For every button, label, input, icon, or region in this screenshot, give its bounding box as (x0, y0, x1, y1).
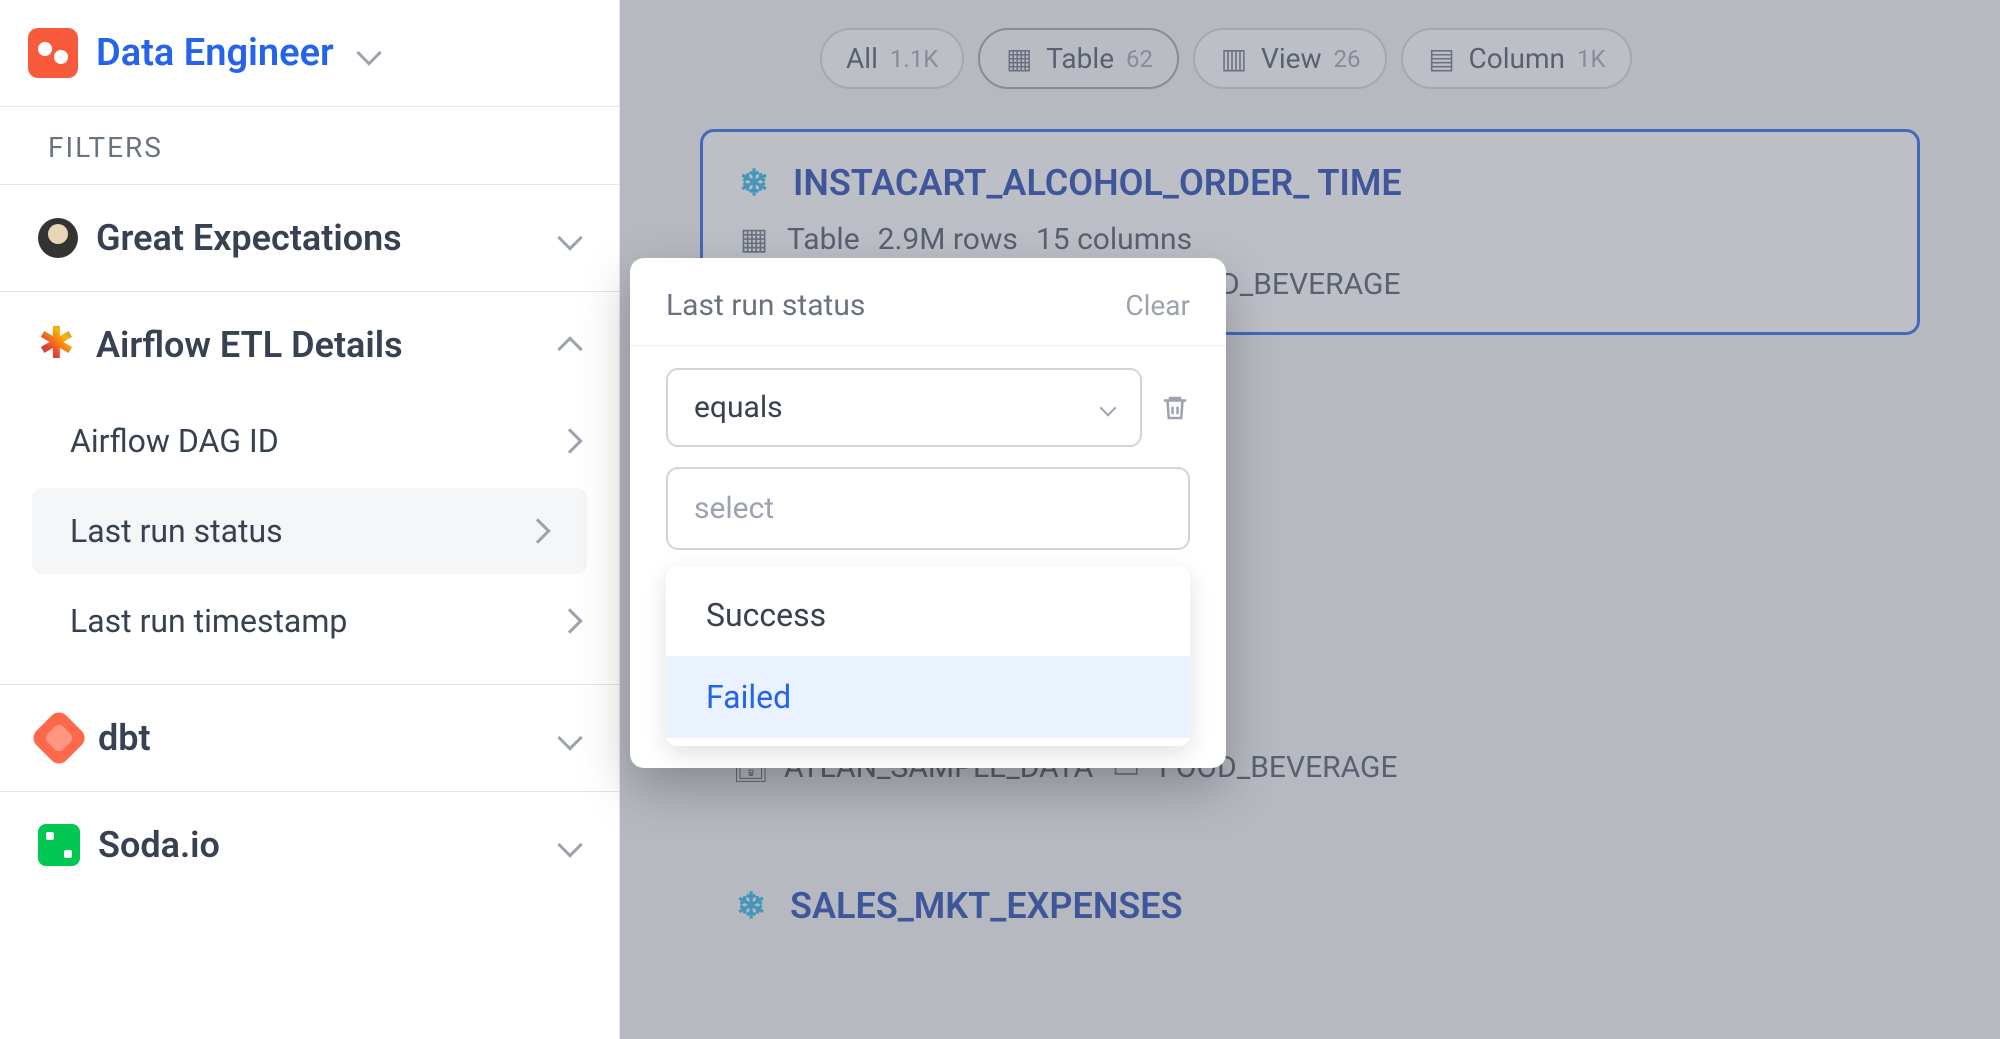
persona-icon (28, 28, 78, 78)
filter-group-dbt[interactable]: dbt (0, 685, 619, 792)
filter-item-airflow-dag-id[interactable]: Airflow DAG ID (0, 398, 619, 484)
great-expectations-icon (38, 218, 78, 258)
filter-group-great-expectations[interactable]: Great Expectations (0, 185, 619, 292)
soda-icon (38, 824, 80, 866)
sidebar: Data Engineer FILTERS Great Expectations… (0, 0, 620, 1039)
filter-item-last-run-timestamp[interactable]: Last run timestamp (0, 578, 619, 664)
operator-value: equals (694, 390, 783, 425)
persona-label: Data Engineer (96, 31, 334, 75)
filter-popover: Last run status Clear equals select Succ… (630, 258, 1226, 768)
chevron-down-icon (557, 225, 582, 250)
chevron-right-icon (557, 608, 582, 633)
operator-select[interactable]: equals (666, 368, 1142, 447)
filter-group-label: Airflow ETL Details (96, 324, 403, 366)
chevron-down-icon (557, 832, 582, 857)
filter-group-label: Soda.io (98, 824, 220, 866)
filter-item-label: Airflow DAG ID (70, 422, 279, 460)
chevron-right-icon (557, 428, 582, 453)
dropdown-list: Success Failed (666, 566, 1190, 746)
filter-group-label: dbt (98, 717, 151, 759)
persona-selector[interactable]: Data Engineer (0, 0, 619, 106)
dropdown-option-success[interactable]: Success (666, 574, 1190, 656)
filter-group-label: Great Expectations (96, 217, 402, 259)
value-select-input[interactable]: select (666, 467, 1190, 550)
chevron-down-icon (557, 725, 582, 750)
chevron-up-icon (557, 336, 582, 361)
dropdown-option-failed[interactable]: Failed (666, 656, 1190, 738)
airflow-icon (38, 325, 78, 365)
filter-item-label: Last run timestamp (70, 602, 347, 640)
chevron-right-icon (525, 518, 550, 543)
filter-group-airflow-children: Airflow DAG ID Last run status Last run … (0, 398, 619, 685)
popover-title: Last run status (666, 288, 865, 323)
filter-item-last-run-status[interactable]: Last run status (32, 488, 587, 574)
popover-header: Last run status Clear (630, 282, 1226, 346)
filters-heading: FILTERS (0, 106, 619, 185)
placeholder: select (694, 491, 774, 526)
filter-group-airflow[interactable]: Airflow ETL Details (0, 292, 619, 398)
chevron-down-icon (356, 40, 381, 65)
dbt-icon (29, 708, 88, 767)
chevron-down-icon (1100, 399, 1117, 416)
clear-button[interactable]: Clear (1125, 289, 1190, 322)
filter-item-label: Last run status (70, 512, 283, 550)
filter-group-soda[interactable]: Soda.io (0, 792, 619, 898)
delete-button[interactable] (1160, 391, 1190, 425)
